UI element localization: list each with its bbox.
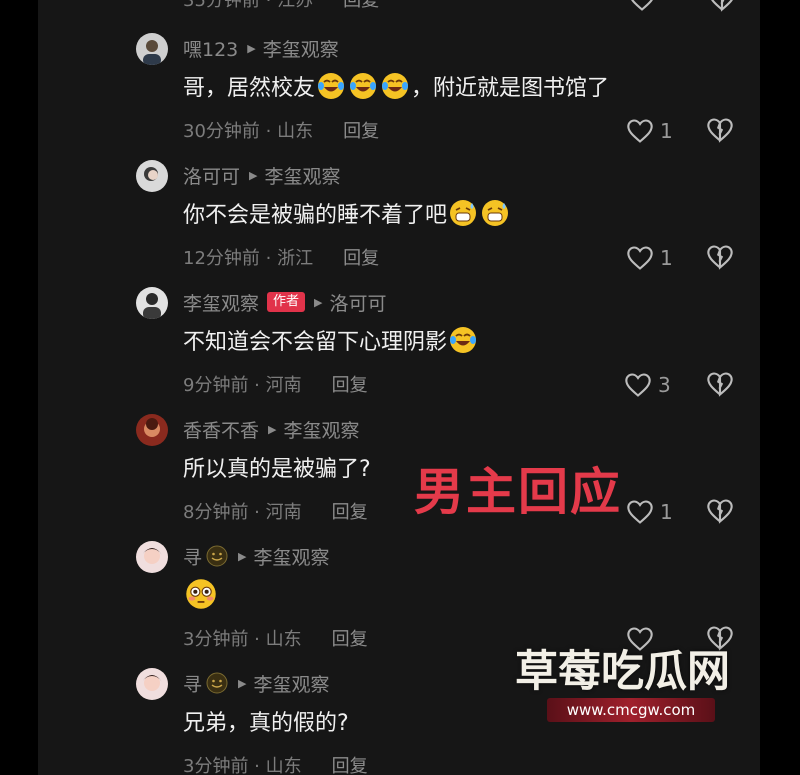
reply-to-username[interactable]: 李玺观察 — [264, 162, 340, 189]
comment-header: 寻 ▶ 李玺观察 — [183, 543, 330, 569]
broken-heart-icon[interactable] — [706, 244, 734, 270]
comment-time: 9分钟前 · 河南 — [183, 375, 302, 396]
username[interactable]: 寻 — [183, 543, 202, 570]
comment-text: 哥，居然校友 ，附近就是图书馆了 — [183, 69, 609, 103]
comment-meta: 9分钟前 · 河南 回复 — [183, 371, 368, 397]
reply-arrow-icon: ▶ — [314, 295, 323, 309]
author-badge: 作者 — [267, 292, 306, 312]
top-partial-meta: 35分钟前 · 江苏 回复 — [183, 0, 379, 12]
like-button[interactable]: 1 — [626, 117, 673, 145]
heart-outline-icon — [627, 119, 653, 143]
comment-meta: 30分钟前 · 山东 回复 — [183, 117, 379, 143]
comment-text: 你不会是被骗的睡不着了吧 — [183, 196, 511, 230]
broken-heart-icon[interactable] — [706, 117, 734, 143]
reply-arrow-icon: ▶ — [268, 422, 277, 436]
grin-sweat-emoji-icon — [450, 200, 477, 226]
comment-time: 8分钟前 · 河南 — [183, 502, 302, 523]
watermark-title: 草莓吃瓜网 — [515, 647, 730, 697]
overlay-caption: 男主回应 — [414, 463, 622, 521]
reply-button[interactable]: 回复 — [343, 117, 379, 143]
heart-outline-icon — [625, 373, 651, 397]
smile-emoji-icon — [206, 545, 228, 567]
comment-text-main: 哥，居然校友 — [183, 76, 316, 101]
username[interactable]: 李玺观察 — [183, 289, 259, 316]
comment-text: 兄弟，真的假的? — [183, 704, 349, 738]
heart-outline-icon[interactable] — [628, 0, 656, 12]
laugh-cry-emoji-icon — [318, 73, 345, 99]
avatar[interactable] — [136, 414, 168, 446]
comment-text-main: 不知道会不会留下心理阴影 — [183, 330, 448, 355]
reply-arrow-icon: ▶ — [238, 549, 247, 563]
heart-outline-icon — [627, 500, 653, 524]
username[interactable]: 香香不香 — [183, 416, 259, 443]
comment-meta: 3分钟前 · 山东 回复 — [183, 752, 368, 775]
comment-time: 12分钟前 · 浙江 — [183, 248, 314, 269]
comment-header: 李玺观察 作者 ▶ 洛可可 — [183, 289, 387, 315]
broken-heart-icon[interactable] — [706, 498, 734, 524]
comment-item: 李玺观察 作者 ▶ 洛可可 不知道会不会留下心理阴影 9分钟前 · 河南 回复 … — [38, 287, 760, 414]
like-count: 1 — [660, 246, 673, 270]
avatar[interactable] — [136, 33, 168, 65]
avatar[interactable] — [136, 541, 168, 573]
laugh-cry-emoji-icon — [450, 327, 477, 353]
avatar[interactable] — [136, 287, 168, 319]
reply-arrow-icon: ▶ — [238, 676, 247, 690]
grin-sweat-emoji-icon — [482, 200, 509, 226]
reply-button[interactable]: 回复 — [343, 244, 379, 270]
comment-text-main: 所以真的是被骗了? — [183, 457, 371, 482]
like-count: 3 — [658, 373, 671, 397]
comment-panel: 35分钟前 · 江苏 回复 嘿123 ▶ 李玺观察 哥，居然校友 ，附近就是图书… — [38, 0, 760, 775]
flushed-emoji-icon — [186, 579, 216, 609]
reply-to-username[interactable]: 李玺观察 — [253, 670, 329, 697]
watermark-url: www.cmcgw.com — [547, 698, 715, 722]
comment-header: 洛可可 ▶ 李玺观察 — [183, 162, 341, 188]
avatar[interactable] — [136, 668, 168, 700]
comment-text-main: 兄弟，真的假的? — [183, 711, 349, 736]
comment-text — [183, 577, 219, 611]
like-count: 1 — [660, 119, 673, 143]
avatar[interactable] — [136, 160, 168, 192]
like-button[interactable]: 3 — [624, 371, 671, 399]
comment-text: 不知道会不会留下心理阴影 — [183, 323, 479, 357]
comment-meta: 8分钟前 · 河南 回复 — [183, 498, 368, 524]
comment-meta: 12分钟前 · 浙江 回复 — [183, 244, 379, 270]
comment-text-main: 你不会是被骗的睡不着了吧 — [183, 203, 448, 228]
comment-time: 3分钟前 · 山东 — [183, 756, 302, 775]
like-count: 1 — [660, 500, 673, 524]
comment-time: 35分钟前 · 江苏 — [183, 0, 314, 11]
comment-text: 所以真的是被骗了? — [183, 450, 371, 484]
broken-heart-icon[interactable] — [706, 371, 734, 397]
comment-header: 嘿123 ▶ 李玺观察 — [183, 35, 339, 61]
broken-heart-icon[interactable] — [708, 0, 736, 12]
reply-to-username[interactable]: 李玺观察 — [263, 35, 339, 62]
reply-button[interactable]: 回复 — [332, 752, 368, 775]
username[interactable]: 洛可可 — [183, 162, 240, 189]
comment-item: 嘿123 ▶ 李玺观察 哥，居然校友 ，附近就是图书馆了 30分钟前 · 山东 … — [38, 33, 760, 160]
smile-emoji-icon — [206, 672, 228, 694]
reply-to-username[interactable]: 李玺观察 — [283, 416, 359, 443]
username[interactable]: 嘿123 — [183, 35, 238, 62]
laugh-cry-emoji-icon — [350, 73, 377, 99]
reply-button[interactable]: 回复 — [332, 625, 368, 651]
reply-button[interactable]: 回复 — [332, 371, 368, 397]
heart-outline-icon — [627, 246, 653, 270]
like-button[interactable]: 1 — [626, 244, 673, 272]
comment-time: 3分钟前 · 山东 — [183, 629, 302, 650]
comment-meta: 3分钟前 · 山东 回复 — [183, 625, 368, 651]
reply-arrow-icon: ▶ — [247, 41, 256, 55]
comment-item: 香香不香 ▶ 李玺观察 所以真的是被骗了? 8分钟前 · 河南 回复 1 — [38, 414, 760, 541]
comment-item: 洛可可 ▶ 李玺观察 你不会是被骗的睡不着了吧 12分钟前 · 浙江 回复 1 — [38, 160, 760, 287]
comment-text-tail: ，附近就是图书馆了 — [411, 76, 610, 101]
comment-header: 寻 ▶ 李玺观察 — [183, 670, 330, 696]
laugh-cry-emoji-icon — [382, 73, 409, 99]
like-button[interactable]: 1 — [626, 498, 673, 526]
comment-header: 香香不香 ▶ 李玺观察 — [183, 416, 360, 442]
reply-arrow-icon: ▶ — [249, 168, 258, 182]
comment-time: 30分钟前 · 山东 — [183, 121, 314, 142]
reply-button[interactable]: 回复 — [343, 0, 379, 12]
reply-to-username[interactable]: 李玺观察 — [253, 543, 329, 570]
username[interactable]: 寻 — [183, 670, 202, 697]
reply-to-username[interactable]: 洛可可 — [330, 289, 387, 316]
reply-button[interactable]: 回复 — [332, 498, 368, 524]
